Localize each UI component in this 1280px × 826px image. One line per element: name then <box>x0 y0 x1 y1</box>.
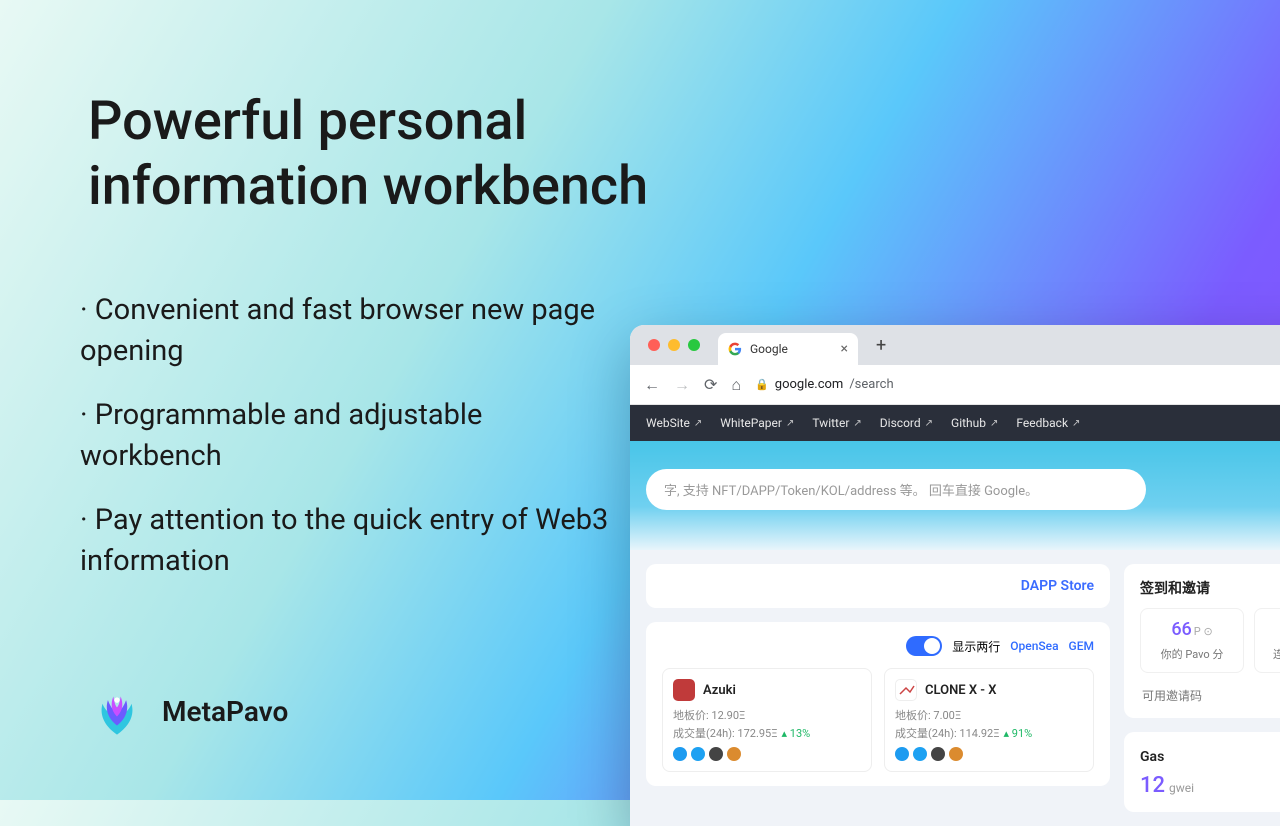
dapp-store-card: DAPP Store <box>646 564 1110 608</box>
bullet-item: · Programmable and adjustable workbench <box>80 395 620 476</box>
social-icon[interactable] <box>895 747 909 761</box>
social-icon[interactable] <box>949 747 963 761</box>
gas-unit: gwei <box>1169 781 1194 795</box>
extension-topnav: WebSite↗ WhitePaper↗ Twitter↗ Discord↗ G… <box>630 405 1280 441</box>
pavo-points-stat[interactable]: 66P ⊙ 你的 Pavo 分 <box>1140 608 1244 673</box>
metapavo-icon <box>88 682 146 740</box>
nft-floor: 地板价: 7.00Ξ <box>895 707 1083 723</box>
nav-feedback[interactable]: Feedback↗ <box>1016 416 1080 430</box>
bullet-item: · Convenient and fast browser new page o… <box>80 290 620 371</box>
gas-card: Gas V 12gwei <box>1124 732 1280 812</box>
social-icon[interactable] <box>727 747 741 761</box>
external-link-icon: ↗ <box>990 418 998 429</box>
back-icon[interactable]: ← <box>644 375 660 395</box>
streak-days-stat[interactable]: 2天 连续签到天数 <box>1254 608 1280 673</box>
dashboard-content: DAPP Store 显示两行 OpenSea GEM Azuki <box>630 550 1280 826</box>
search-input[interactable]: 字, 支持 NFT/DAPP/Token/KOL/address 等。 回车直接… <box>646 469 1146 510</box>
nft-floor: 地板价: 12.90Ξ <box>673 707 861 723</box>
social-icon[interactable] <box>931 747 945 761</box>
close-tab-icon[interactable]: × <box>841 341 848 357</box>
gas-value: 12 <box>1140 773 1165 798</box>
nav-github[interactable]: Github↗ <box>951 416 998 430</box>
nft-volume: 成交量(24h): 114.92Ξ ▴ 91% <box>895 725 1083 741</box>
close-window-icon[interactable] <box>648 339 660 351</box>
nft-name: CLONE X - X <box>925 683 997 698</box>
external-link-icon: ↗ <box>694 418 702 429</box>
home-icon[interactable]: ⌂ <box>731 375 741 395</box>
reload-icon[interactable]: ⟳ <box>704 375 717 394</box>
browser-window: Google × + ← → ⟳ ⌂ 🔒 google.com/search W… <box>630 325 1280 826</box>
browser-tab[interactable]: Google × <box>718 333 858 365</box>
gas-title: Gas <box>1140 749 1164 765</box>
toggle-label: 显示两行 <box>952 638 1000 655</box>
maximize-window-icon[interactable] <box>688 339 700 351</box>
social-icon[interactable] <box>691 747 705 761</box>
social-icons <box>895 747 1083 761</box>
nav-discord[interactable]: Discord↗ <box>880 416 933 430</box>
external-link-icon: ↗ <box>786 418 794 429</box>
trend-up-icon: ▴ 91% <box>1004 727 1033 740</box>
url-bar: ← → ⟳ ⌂ 🔒 google.com/search <box>630 365 1280 405</box>
hero-search-area: 字, 支持 NFT/DAPP/Token/KOL/address 等。 回车直接… <box>630 441 1280 550</box>
nav-website[interactable]: WebSite↗ <box>646 416 702 430</box>
minimize-window-icon[interactable] <box>668 339 680 351</box>
external-link-icon: ↗ <box>925 418 933 429</box>
marketplace-gem[interactable]: GEM <box>1069 639 1094 653</box>
external-link-icon: ↗ <box>853 418 861 429</box>
external-link-icon: ↗ <box>1072 418 1080 429</box>
social-icon[interactable] <box>709 747 723 761</box>
bullet-item: · Pay attention to the quick entry of We… <box>80 500 620 581</box>
brand-name: MetaPavo <box>162 695 288 728</box>
social-icons <box>673 747 861 761</box>
nav-twitter[interactable]: Twitter↗ <box>812 416 861 430</box>
nft-card[interactable]: CLONE X - X 地板价: 7.00Ξ 成交量(24h): 114.92Ξ… <box>884 668 1094 772</box>
dapp-store-link[interactable]: DAPP Store <box>1021 578 1094 594</box>
bullet-list: · Convenient and fast browser new page o… <box>80 290 620 606</box>
headline: Powerful personal information workbench <box>88 90 738 220</box>
nft-section-card: 显示两行 OpenSea GEM Azuki 地板价: 12.90Ξ 成交量(2… <box>646 622 1110 786</box>
social-icon[interactable] <box>673 747 687 761</box>
window-controls[interactable] <box>642 325 710 365</box>
lock-icon: 🔒 <box>755 378 769 391</box>
google-favicon-icon <box>728 342 742 356</box>
nft-card[interactable]: Azuki 地板价: 12.90Ξ 成交量(24h): 172.95Ξ ▴ 13… <box>662 668 872 772</box>
brand-logo: MetaPavo <box>88 682 288 740</box>
new-tab-button[interactable]: + <box>866 335 896 356</box>
rows-toggle[interactable] <box>906 636 942 656</box>
trend-up-icon: ▴ 13% <box>782 727 811 740</box>
nft-collection-icon <box>673 679 695 701</box>
checkin-title: 签到和邀请 <box>1140 578 1280 598</box>
address-input[interactable]: 🔒 google.com/search <box>755 377 1280 392</box>
nav-whitepaper[interactable]: WhitePaper↗ <box>720 416 794 430</box>
nft-name: Azuki <box>703 683 736 698</box>
marketplace-opensea[interactable]: OpenSea <box>1010 639 1058 653</box>
checkin-card: 签到和邀请 66P ⊙ 你的 Pavo 分 2天 连续签到天数 可用邀请码 暂无… <box>1124 564 1280 718</box>
nft-collection-icon <box>895 679 917 701</box>
nft-volume: 成交量(24h): 172.95Ξ ▴ 13% <box>673 725 861 741</box>
tab-title: Google <box>750 342 788 356</box>
forward-icon[interactable]: → <box>674 375 690 395</box>
social-icon[interactable] <box>913 747 927 761</box>
tab-bar: Google × + <box>630 325 1280 365</box>
invite-code-label: 可用邀请码 <box>1142 687 1202 704</box>
